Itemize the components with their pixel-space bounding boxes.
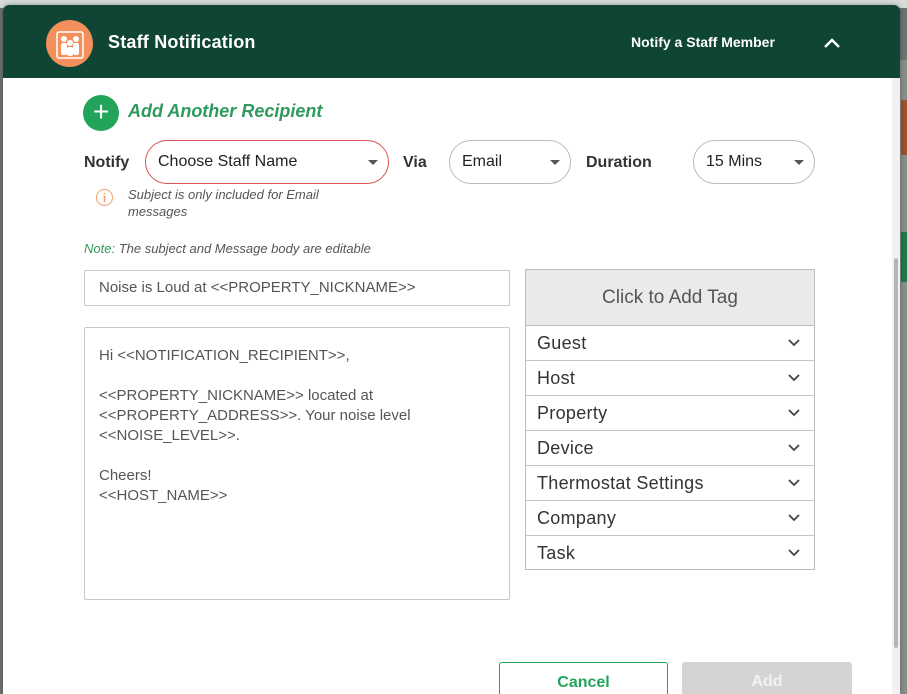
message-line bbox=[99, 446, 495, 466]
modal-title: Staff Notification bbox=[108, 32, 256, 52]
caret-down-icon bbox=[368, 160, 378, 165]
tag-label: Property bbox=[537, 403, 608, 423]
background-accent-green bbox=[901, 232, 907, 282]
editable-note: Note: The subject and Message body are e… bbox=[84, 241, 371, 256]
chevron-down-icon bbox=[788, 444, 800, 452]
tag-panel: Click to Add Tag Guest Host Property Dev… bbox=[525, 269, 815, 570]
message-line bbox=[99, 366, 495, 386]
add-button[interactable]: Add bbox=[682, 662, 852, 694]
add-recipient-button[interactable]: + bbox=[83, 95, 119, 131]
message-line: Hi <<NOTIFICATION_RECIPIENT>>, bbox=[99, 347, 350, 364]
tag-label: Host bbox=[537, 368, 576, 388]
scrollbar[interactable] bbox=[892, 78, 900, 694]
duration-label: Duration bbox=[586, 154, 652, 171]
tag-label: Device bbox=[537, 438, 594, 458]
chevron-down-icon bbox=[788, 339, 800, 347]
tag-item-company[interactable]: Company bbox=[526, 501, 814, 536]
add-tag-header[interactable]: Click to Add Tag bbox=[526, 270, 814, 326]
via-select[interactable]: Email bbox=[449, 140, 571, 184]
message-line: <<HOST_NAME>> bbox=[99, 487, 228, 504]
staff-name-value: Choose Staff Name bbox=[158, 153, 298, 170]
message-line: <<NOISE_LEVEL>>. bbox=[99, 427, 240, 444]
add-recipient-label[interactable]: Add Another Recipient bbox=[128, 101, 322, 122]
message-line: <<PROPERTY_ADDRESS>>. Your noise level bbox=[99, 407, 411, 424]
staff-group-icon bbox=[46, 20, 93, 67]
message-line: <<PROPERTY_NICKNAME>> located at bbox=[99, 387, 374, 404]
message-line: Cheers! bbox=[99, 467, 152, 484]
caret-down-icon bbox=[550, 160, 560, 165]
chevron-down-icon bbox=[788, 479, 800, 487]
plus-icon: + bbox=[92, 96, 110, 127]
tag-item-task[interactable]: Task bbox=[526, 536, 814, 570]
caret-down-icon bbox=[794, 160, 804, 165]
modal-header: Staff Notification Notify a Staff Member bbox=[3, 5, 900, 78]
cancel-button[interactable]: Cancel bbox=[499, 662, 668, 694]
scrollbar-thumb[interactable] bbox=[894, 258, 898, 648]
message-body-textarea[interactable]: Hi <<NOTIFICATION_RECIPIENT>>, <<PROPERT… bbox=[84, 327, 510, 600]
duration-select[interactable]: 15 Mins bbox=[693, 140, 815, 184]
tag-item-guest[interactable]: Guest bbox=[526, 326, 814, 361]
tag-label: Guest bbox=[537, 333, 587, 353]
chevron-up-icon[interactable] bbox=[820, 32, 844, 54]
tag-label: Thermostat Settings bbox=[537, 473, 704, 493]
chevron-down-icon bbox=[788, 549, 800, 557]
staff-name-select[interactable]: Choose Staff Name bbox=[145, 140, 389, 184]
note-prefix: Note: bbox=[84, 241, 116, 256]
tag-item-host[interactable]: Host bbox=[526, 361, 814, 396]
tag-label: Company bbox=[537, 508, 617, 528]
info-text: Subject is only included for Email messa… bbox=[128, 187, 319, 219]
tag-item-device[interactable]: Device bbox=[526, 431, 814, 466]
chevron-down-icon bbox=[788, 374, 800, 382]
via-value: Email bbox=[462, 153, 503, 170]
modal-subtitle: Notify a Staff Member bbox=[631, 34, 775, 50]
staff-notification-modal: Staff Notification Notify a Staff Member… bbox=[3, 5, 900, 694]
tag-item-property[interactable]: Property bbox=[526, 396, 814, 431]
tag-label: Task bbox=[537, 543, 576, 563]
chevron-down-icon bbox=[788, 409, 800, 417]
chevron-down-icon bbox=[788, 514, 800, 522]
info-icon: i bbox=[96, 189, 113, 206]
notify-label: Notify bbox=[84, 154, 130, 171]
subject-input[interactable]: Noise is Loud at <<PROPERTY_NICKNAME>> bbox=[84, 270, 510, 306]
note-text: The subject and Message body are editabl… bbox=[115, 241, 371, 256]
background-accent bbox=[901, 100, 907, 155]
duration-value: 15 Mins bbox=[706, 153, 763, 170]
background-edge bbox=[899, 60, 907, 694]
tag-item-thermostat-settings[interactable]: Thermostat Settings bbox=[526, 466, 814, 501]
via-label: Via bbox=[403, 154, 427, 171]
